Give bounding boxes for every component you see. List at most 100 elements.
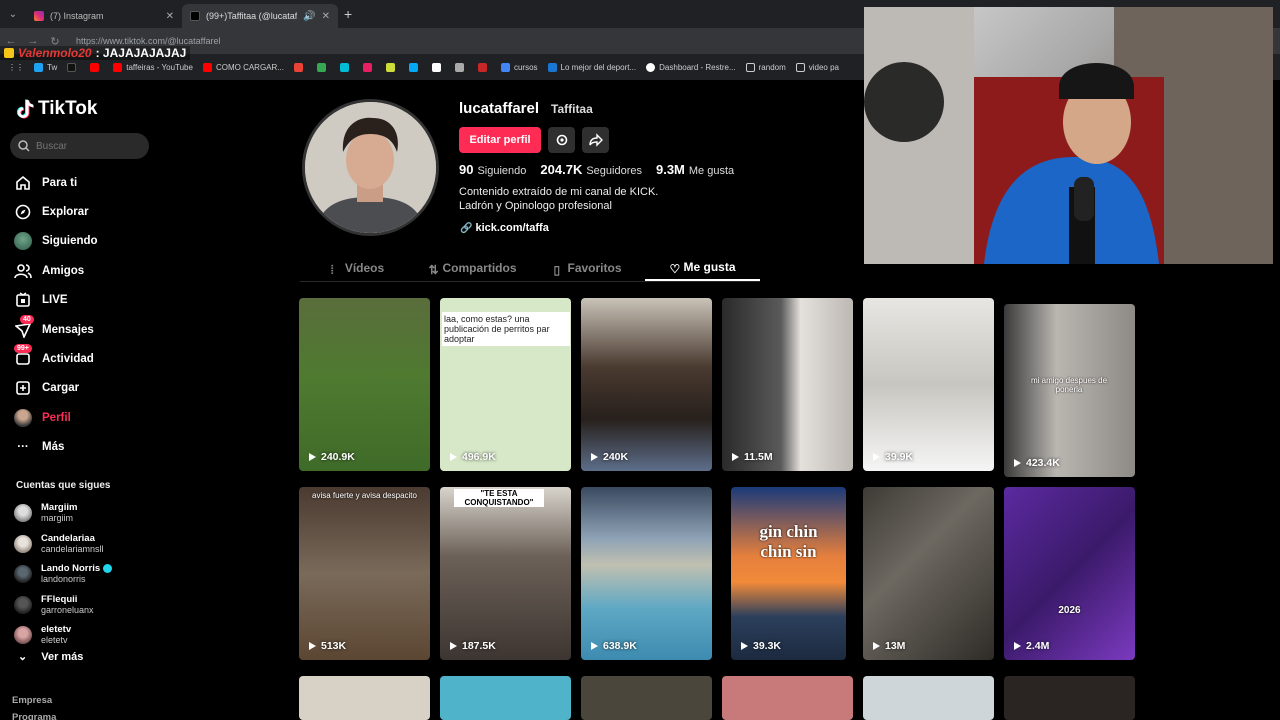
sidebar-item-cargar[interactable]: Cargar — [14, 374, 98, 403]
upload-icon — [14, 379, 32, 397]
video-card[interactable]: 240.9K — [299, 298, 430, 471]
sidebar-item-actividad[interactable]: 99+ Actividad — [14, 344, 98, 373]
friends-icon — [14, 262, 32, 280]
sidebar-item-amigos[interactable]: Amigos — [14, 256, 98, 285]
bookmark-random[interactable]: random — [745, 62, 786, 72]
video-card[interactable]: 11.5M — [722, 298, 853, 471]
tiktok-logo[interactable]: TikTok — [16, 98, 97, 120]
twitter-icon — [34, 62, 43, 72]
video-card[interactable]: "TE ESTA CONQUISTANDO" 187.5K — [440, 487, 571, 660]
video-card[interactable]: gin chin chin sin 39.3K — [731, 487, 846, 660]
bookmark-icon[interactable] — [316, 62, 330, 72]
sidebar-item-perfil[interactable]: Perfil — [14, 403, 98, 432]
browser-tab-instagram[interactable]: (7) Instagram ✕ — [26, 4, 182, 28]
profile-link[interactable]: 🔗 kick.com/taffa — [460, 222, 549, 234]
following-item[interactable]: Margiim margiim — [14, 498, 112, 529]
browser-tab-tiktok[interactable]: (99+)Taffitaa (@lucataffarel) 🔊 ✕ — [182, 4, 338, 28]
gear-icon — [556, 134, 567, 146]
video-card[interactable] — [1004, 676, 1135, 720]
video-card[interactable] — [440, 676, 571, 720]
youtube-icon — [113, 62, 123, 72]
footer-link-empresa[interactable]: Empresa — [12, 692, 56, 709]
sidebar-item-live[interactable]: LIVE — [14, 286, 98, 315]
bookmark-icon[interactable] — [431, 62, 445, 72]
tab-title: (99+)Taffitaa (@lucataffarel) — [206, 11, 298, 21]
tab-list-icon[interactable]: ⌄ — [0, 9, 26, 20]
sidebar-item-siguiendo[interactable]: Siguiendo — [14, 227, 98, 256]
tiktok-bookmark-icon[interactable] — [67, 62, 80, 72]
following-item[interactable]: Candelariaa candelariamnsll — [14, 529, 112, 560]
heart-icon: ♡ — [669, 261, 681, 276]
bookmark-video[interactable]: video pa — [795, 62, 839, 72]
following-avatar-icon — [14, 232, 32, 251]
video-card[interactable]: 2026 2.4M — [1004, 487, 1135, 660]
speaker-icon[interactable]: 🔊 — [303, 11, 315, 22]
close-icon[interactable]: ✕ — [166, 11, 174, 22]
video-card[interactable]: 39.9K — [863, 298, 994, 471]
tab-videos[interactable]: ⦙ Vídeos — [300, 254, 415, 281]
settings-button[interactable] — [548, 127, 575, 153]
bookmark-taffeiras[interactable]: taffeiras - YouTube — [113, 62, 193, 72]
video-card[interactable]: 13M — [863, 487, 994, 660]
stat-following[interactable]: 90 Siguiendo — [459, 162, 526, 177]
sidebar-item-mas[interactable]: ··· Más — [14, 433, 98, 462]
play-icon — [873, 642, 880, 650]
bookmark-dashboard[interactable]: Dashboard - Restre... — [646, 62, 736, 72]
profile-tabs: ⦙ Vídeos ⇅ Compartidos ▯ Favoritos ♡ Me gust… — [300, 254, 760, 282]
search-box[interactable] — [10, 133, 149, 159]
video-card[interactable] — [863, 676, 994, 720]
tab-compartidos[interactable]: ⇅ Compartidos — [415, 254, 530, 281]
new-tab-button[interactable]: + — [344, 6, 352, 22]
messages-badge: 40 — [20, 314, 34, 324]
avatar — [14, 565, 32, 584]
bookmark-icon[interactable] — [362, 62, 376, 72]
video-card[interactable] — [722, 676, 853, 720]
bookmark-icon[interactable] — [454, 62, 468, 72]
following-item[interactable]: Lando Norris landonorris — [14, 559, 113, 590]
share-button[interactable] — [582, 127, 609, 153]
bookmark-icon[interactable] — [385, 62, 399, 72]
bookmark-icon[interactable] — [408, 62, 422, 72]
video-card[interactable]: mi amigo despues de ponerla 423.4K — [1004, 304, 1135, 477]
tab-me-gusta[interactable]: ♡ Me gusta — [645, 254, 760, 281]
video-card[interactable] — [581, 676, 712, 720]
bookmark-como-cargar[interactable]: COMO CARGAR... — [202, 62, 284, 72]
search-input[interactable] — [36, 140, 136, 152]
see-more-button[interactable]: ⌄ Ver más — [18, 650, 83, 664]
youtube-bookmark-icon[interactable] — [90, 62, 103, 72]
footer-links: Empresa Programa — [12, 692, 56, 720]
avatar — [14, 626, 32, 645]
bookmark-icon: ▯ — [553, 262, 561, 277]
stream-chat-overlay: Valenmolo20 : JAJAJAJAJAJ — [0, 46, 191, 60]
gmail-bookmark-icon[interactable] — [293, 62, 307, 72]
video-card[interactable]: 638.9K — [581, 487, 712, 660]
apps-icon[interactable]: ⋮⋮ — [8, 63, 24, 72]
play-icon — [450, 642, 457, 650]
bookmark-icon[interactable] — [339, 62, 353, 72]
play-icon — [309, 453, 316, 461]
sidebar-item-mensajes[interactable]: 40 Mensajes — [14, 314, 98, 344]
video-card[interactable] — [299, 676, 430, 720]
stat-followers[interactable]: 204.7K Seguidores — [540, 162, 642, 177]
video-card[interactable]: 240K — [581, 298, 712, 471]
bookmark-icon[interactable] — [477, 62, 491, 72]
footer-link-programa[interactable]: Programa — [12, 709, 56, 720]
bookmark-cursos[interactable]: cursos — [500, 62, 538, 72]
video-card[interactable]: avisa fuerte y avisa despacito 513K — [299, 487, 430, 660]
main-menu: Para ti Explorar Siguiendo Amigos LIVE 4… — [14, 168, 98, 462]
sidebar-item-para-ti[interactable]: Para ti — [14, 168, 98, 197]
play-icon — [732, 453, 739, 461]
following-item[interactable]: FFlequii garroneluanx — [14, 590, 112, 621]
url-input[interactable]: https://www.tiktok.com/@lucataffarel — [76, 36, 221, 46]
edit-profile-button[interactable]: Editar perfil — [459, 127, 541, 153]
close-icon[interactable]: ✕ — [322, 11, 330, 22]
bookmark-deportes[interactable]: Lo mejor del deport... — [547, 62, 636, 72]
following-item[interactable]: eletetv eletetv — [14, 620, 112, 651]
sidebar-item-explorar[interactable]: Explorar — [14, 197, 98, 226]
play-icon — [873, 453, 880, 461]
tab-favoritos[interactable]: ▯ Favoritos — [530, 254, 645, 281]
folder-icon — [500, 62, 510, 72]
avatar — [14, 595, 32, 614]
video-card[interactable]: laa, como estas? una publicación de perr… — [440, 298, 571, 471]
bookmark-tw[interactable]: Tw — [34, 62, 57, 72]
